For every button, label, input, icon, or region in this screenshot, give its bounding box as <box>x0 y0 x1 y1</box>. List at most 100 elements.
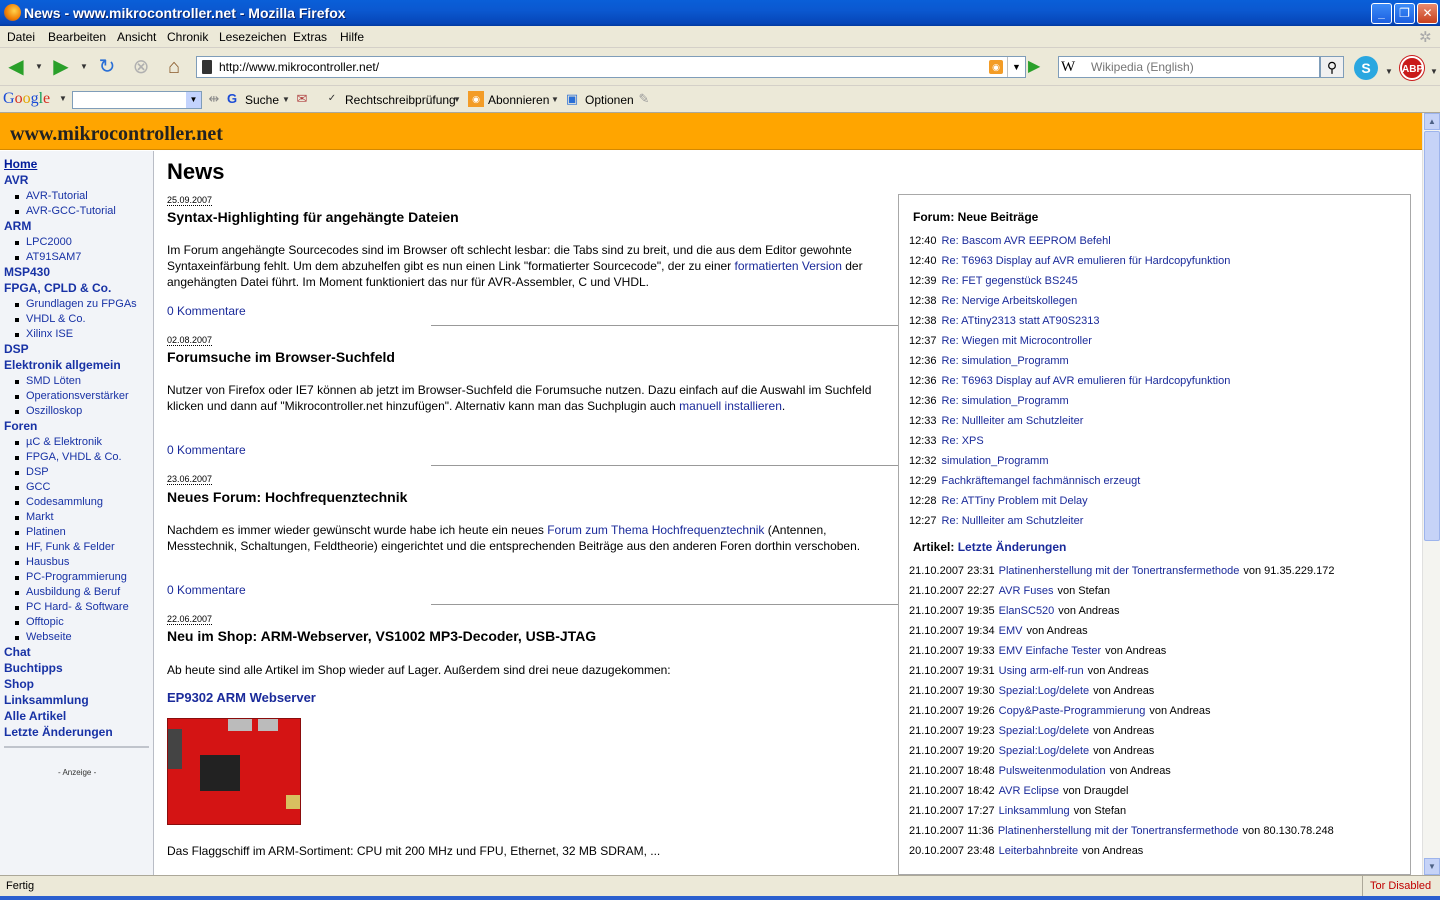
toolbar-grip-icon[interactable]: ⇹ <box>206 91 222 107</box>
article-link[interactable]: formatierten Version <box>735 259 842 273</box>
article-link[interactable]: Platinenherstellung mit der Tonertransfe… <box>999 565 1240 577</box>
sidebar-subitem[interactable]: AVR-Tutorial <box>15 190 88 202</box>
home-icon[interactable]: ⌂ <box>162 55 186 79</box>
article-link[interactable]: Pulsweitenmodulation <box>999 765 1106 777</box>
sidebar-subitem[interactable]: Grundlagen zu FPGAs <box>15 298 137 310</box>
go-icon[interactable]: ▶ <box>1028 59 1044 75</box>
adblock-dropdown[interactable]: ▼ <box>1429 60 1439 84</box>
sidebar-item-avr[interactable]: AVR <box>4 173 28 187</box>
url-bar[interactable]: ◉ ▼ <box>196 56 1026 78</box>
search-box[interactable]: W <box>1058 56 1320 78</box>
sidebar-subitem[interactable]: Xilinx ISE <box>14 328 73 340</box>
reload-icon[interactable]: ↻ <box>95 55 119 79</box>
options-button[interactable]: Optionen <box>585 93 634 107</box>
comments-link[interactable]: 0 Kommentare <box>167 304 246 318</box>
tor-status-button[interactable]: Tor Disabled <box>1362 876 1440 896</box>
sidebar-subitem[interactable]: Operationsverstärker <box>15 390 129 402</box>
forward-icon[interactable]: ▶ <box>49 55 73 79</box>
article-link[interactable]: Copy&Paste-Programmierung <box>999 705 1146 717</box>
sidebar-item-shop[interactable]: Shop <box>4 677 34 691</box>
post-link[interactable]: Re: simulation_Programm <box>942 355 1069 367</box>
article-link[interactable]: AVR Eclipse <box>999 785 1059 797</box>
subscribe-button[interactable]: Abonnieren <box>488 93 549 107</box>
sidebar-item-fpga[interactable]: FPGA, CPLD & Co. <box>4 281 111 295</box>
wikipedia-engine-icon[interactable]: W <box>1061 58 1087 76</box>
sidebar-subitem[interactable]: LPC2000 <box>15 236 72 248</box>
scrollbar-thumb[interactable] <box>1424 131 1440 541</box>
article-link[interactable]: Spezial:Log/delete <box>999 725 1090 737</box>
article-link[interactable]: AVR Fuses <box>999 585 1054 597</box>
maximize-button[interactable]: ❐ <box>1394 3 1415 24</box>
article-link[interactable]: Platinenherstellung mit der Tonertransfe… <box>998 825 1239 837</box>
post-link[interactable]: Re: ATTiny Problem mit Delay <box>942 495 1088 507</box>
sidebar-subitem[interactable]: Ausbildung & Beruf <box>14 586 120 598</box>
skype-icon[interactable]: S <box>1354 56 1378 80</box>
sidebar-item-msp430[interactable]: MSP430 <box>4 265 50 279</box>
sidebar-subitem[interactable]: VHDL & Co. <box>15 313 86 325</box>
post-link[interactable]: simulation_Programm <box>942 455 1049 467</box>
post-link[interactable]: Re: Wiegen mit Microcontroller <box>942 335 1092 347</box>
post-link[interactable]: Re: Nullleiter am Schutzleiter <box>942 515 1084 527</box>
sidebar-subitem[interactable]: DSP <box>15 466 49 478</box>
sidebar-item-alle-artikel[interactable]: Alle Artikel <box>4 709 66 723</box>
article-link[interactable]: EMV Einfache Tester <box>999 645 1102 657</box>
product-image[interactable] <box>167 718 301 825</box>
sidebar-subitem[interactable]: µC & Elektronik <box>14 436 102 448</box>
sidebar-subitem[interactable]: PC Hard- & Software <box>15 601 129 613</box>
url-history-dropdown[interactable]: ▼ <box>1007 57 1025 77</box>
sidebar-subitem[interactable]: Platinen <box>15 526 66 538</box>
google-search-input[interactable]: ▼ <box>72 91 202 109</box>
scroll-down-icon[interactable]: ▼ <box>1424 858 1440 875</box>
sidebar-subitem[interactable]: Markt <box>15 511 54 523</box>
stop-icon[interactable]: ⊗ <box>129 55 153 79</box>
forward-history-dropdown[interactable]: ▼ <box>79 55 89 79</box>
post-link[interactable]: Re: simulation_Programm <box>942 395 1069 407</box>
sidebar-item-dsp[interactable]: DSP <box>4 342 29 356</box>
menu-chronik[interactable]: Chronik <box>167 30 208 44</box>
post-link[interactable]: Re: Nullleiter am Schutzleiter <box>942 415 1084 427</box>
rss-feed-icon[interactable]: ◉ <box>989 60 1003 74</box>
back-history-dropdown[interactable]: ▼ <box>34 55 44 79</box>
article-link[interactable]: Leiterbahnbreite <box>999 845 1079 857</box>
adblock-plus-icon[interactable]: ABP <box>1400 56 1424 80</box>
google-menu-dropdown[interactable]: ▼ <box>58 87 68 111</box>
sidebar-subitem[interactable]: PC-Programmierung <box>15 571 127 583</box>
sidebar-subitem[interactable]: GCC <box>14 481 50 493</box>
close-button[interactable]: ✕ <box>1417 3 1438 24</box>
post-link[interactable]: Re: ATtiny2313 statt AT90S2313 <box>942 315 1100 327</box>
sidebar-item-linksammlung[interactable]: Linksammlung <box>4 693 89 707</box>
google-search-icon[interactable]: G <box>224 91 240 107</box>
sidebar-item-elektronik[interactable]: Elektronik allgemein <box>4 358 121 372</box>
spellcheck-dropdown[interactable]: ▼ <box>452 88 462 112</box>
sidebar-subitem[interactable]: SMD Löten <box>14 375 81 387</box>
scroll-up-icon[interactable]: ▲ <box>1424 113 1440 130</box>
article-link[interactable]: Spezial:Log/delete <box>999 745 1090 757</box>
sidebar-subitem[interactable]: Hausbus <box>14 556 69 568</box>
comments-link[interactable]: 0 Kommentare <box>167 443 246 457</box>
sidebar-item-home[interactable]: Home <box>4 157 37 171</box>
google-logo[interactable]: Google <box>3 90 50 108</box>
sidebar-subitem[interactable]: FPGA, VHDL & Co. <box>15 451 122 463</box>
article-link[interactable]: Spezial:Log/delete <box>999 685 1090 697</box>
article-link[interactable]: Using arm-elf-run <box>999 665 1084 677</box>
sidebar-subitem[interactable]: HF, Funk & Felder <box>15 541 115 553</box>
pencil-icon[interactable]: ✎ <box>636 91 652 107</box>
sidebar-subitem[interactable]: Webseite <box>15 631 72 643</box>
menu-bearbeiten[interactable]: Bearbeiten <box>48 30 106 44</box>
google-search-button[interactable]: Suche <box>245 93 279 107</box>
post-link[interactable]: Re: Bascom AVR EEPROM Befehl <box>942 235 1111 247</box>
skype-dropdown[interactable]: ▼ <box>1384 60 1394 84</box>
menu-datei[interactable]: Datei <box>7 30 35 44</box>
google-input-dropdown[interactable]: ▼ <box>186 92 201 108</box>
post-link[interactable]: Re: FET gegenstück BS245 <box>942 275 1078 287</box>
post-link[interactable]: Re: T6963 Display auf AVR emulieren für … <box>942 255 1231 267</box>
sidebar-item-chat[interactable]: Chat <box>4 645 31 659</box>
sidebar-subitem[interactable]: AVR-GCC-Tutorial <box>15 205 116 217</box>
post-link[interactable]: Re: Nervige Arbeitskollegen <box>942 295 1078 307</box>
article-link[interactable]: manuell installieren <box>679 399 782 413</box>
minimize-button[interactable]: _ <box>1371 3 1392 24</box>
article-link[interactable]: Forum zum Thema Hochfrequenztechnik <box>547 523 764 537</box>
article-link[interactable]: ElanSC520 <box>999 605 1055 617</box>
subscribe-dropdown[interactable]: ▼ <box>550 88 560 112</box>
sidebar-item-buchtipps[interactable]: Buchtipps <box>4 661 63 675</box>
